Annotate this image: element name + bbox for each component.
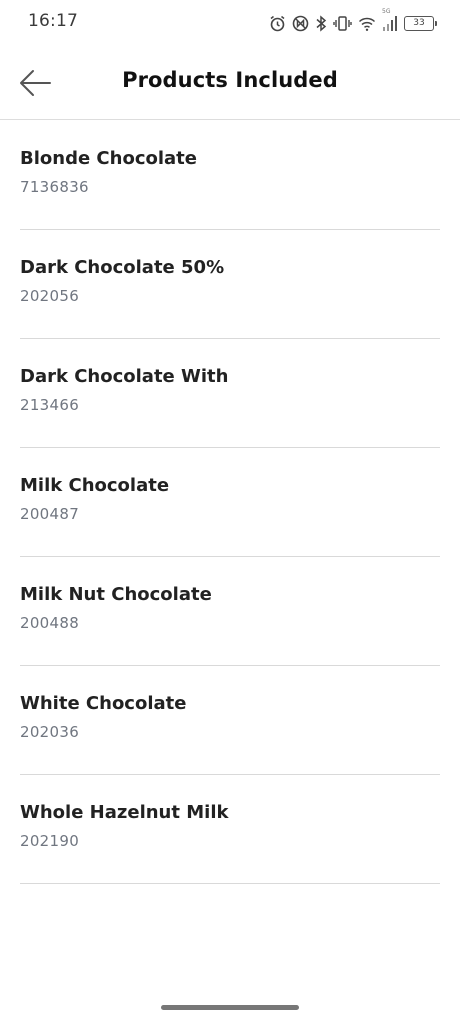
product-name: Whole Hazelnut Milk — [20, 802, 229, 823]
list-item[interactable]: Blonde Chocolate 7136836 — [20, 121, 440, 230]
status-bar: 16:17 5G 33 — [0, 0, 460, 46]
product-code: 213466 — [20, 396, 80, 414]
list-item[interactable]: Dark Chocolate With 213466 — [20, 339, 440, 448]
app-bar: Products Included — [0, 46, 460, 120]
home-indicator[interactable] — [161, 1005, 299, 1010]
product-code: 200488 — [20, 614, 80, 632]
page-title: Products Included — [122, 68, 338, 92]
alarm-icon — [269, 15, 286, 32]
battery-level: 33 — [413, 17, 425, 28]
nfc-icon — [292, 15, 309, 32]
list-item[interactable]: White Chocolate 202036 — [20, 666, 440, 775]
list-item[interactable]: Whole Hazelnut Milk 202190 — [20, 775, 440, 884]
product-code: 7136836 — [20, 178, 89, 196]
product-name: Milk Nut Chocolate — [20, 584, 212, 605]
product-name: Dark Chocolate With — [20, 366, 229, 387]
product-code: 200487 — [20, 505, 80, 523]
product-code: 202036 — [20, 723, 80, 741]
product-name: White Chocolate — [20, 693, 187, 714]
product-name: Blonde Chocolate — [20, 148, 197, 169]
product-list: Blonde Chocolate 7136836 Dark Chocolate … — [20, 121, 440, 884]
network-type-label: 5G — [382, 7, 391, 15]
product-name: Dark Chocolate 50% — [20, 257, 225, 278]
status-icons: 5G 33 — [269, 8, 437, 33]
bluetooth-icon — [315, 14, 327, 32]
list-item[interactable]: Milk Nut Chocolate 200488 — [20, 557, 440, 666]
signal-icon: 5G — [382, 8, 398, 32]
product-code: 202056 — [20, 287, 80, 305]
list-item[interactable]: Dark Chocolate 50% 202056 — [20, 230, 440, 339]
battery-icon: 33 — [404, 15, 437, 31]
list-item[interactable]: Milk Chocolate 200487 — [20, 448, 440, 557]
status-time: 16:17 — [28, 11, 78, 31]
product-code: 202190 — [20, 832, 80, 850]
wifi-icon — [358, 15, 376, 32]
vibrate-icon — [333, 15, 352, 32]
product-name: Milk Chocolate — [20, 475, 170, 496]
